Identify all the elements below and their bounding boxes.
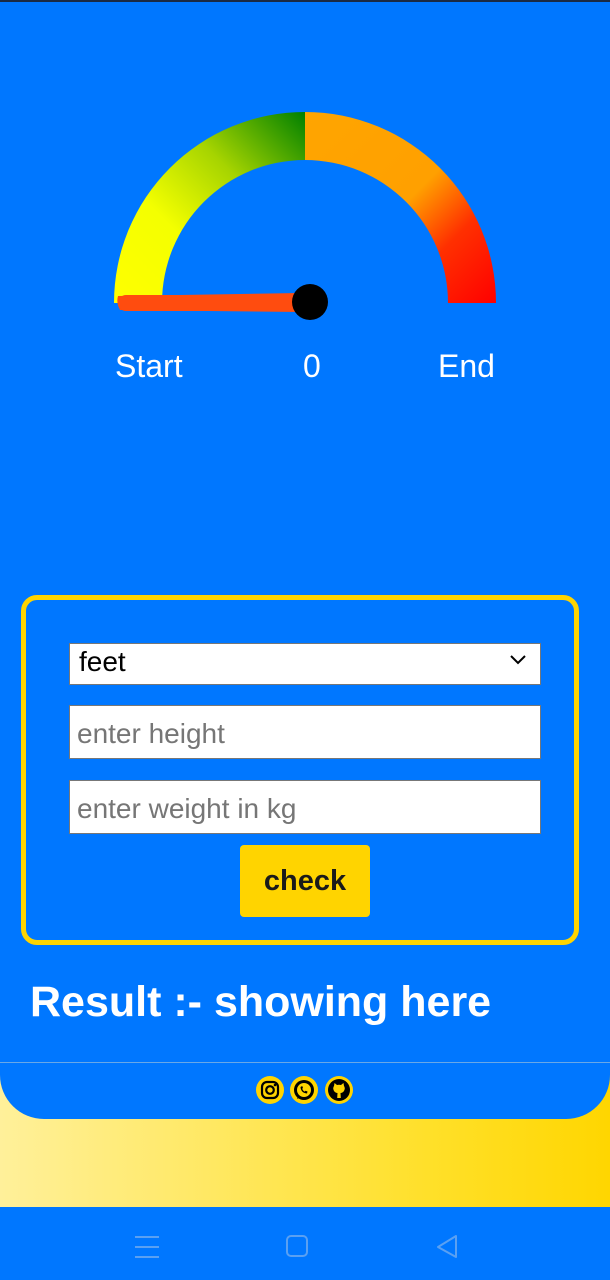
height-placeholder: enter height xyxy=(77,718,225,749)
whatsapp-icon[interactable] xyxy=(289,1075,319,1105)
result-text: Result :- showing here xyxy=(30,978,492,1026)
unit-select-value: feet xyxy=(79,646,126,677)
gauge-value: 0 xyxy=(303,348,321,384)
check-button[interactable]: check xyxy=(240,845,370,917)
menu-icon[interactable] xyxy=(134,1233,160,1261)
weight-input[interactable]: enter weight in kg xyxy=(69,780,541,834)
gauge-start-label: Start xyxy=(115,348,183,384)
gauge-needle xyxy=(117,293,308,312)
height-input[interactable]: enter height xyxy=(69,705,541,759)
chevron-down-icon xyxy=(510,655,526,665)
gauge-arc-right xyxy=(305,112,496,303)
gauge: Start 0 End xyxy=(0,0,610,420)
home-icon[interactable] xyxy=(285,1233,309,1259)
unit-select[interactable]: feet xyxy=(69,643,541,685)
instagram-icon[interactable] xyxy=(255,1075,285,1105)
gauge-end-label: End xyxy=(438,348,495,384)
gauge-hub xyxy=(292,284,328,320)
github-icon[interactable] xyxy=(324,1075,354,1105)
weight-placeholder: enter weight in kg xyxy=(77,793,297,824)
gauge-arc-left xyxy=(114,112,305,303)
back-icon[interactable] xyxy=(434,1233,460,1261)
